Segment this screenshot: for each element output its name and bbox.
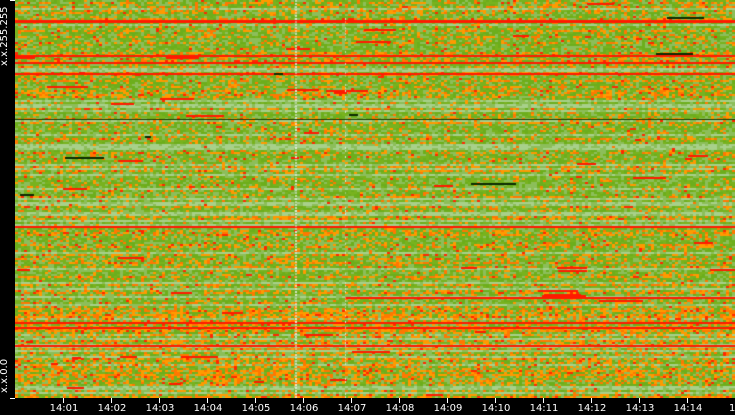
x-tick-label: 14:07 xyxy=(337,403,367,414)
y-label-bottom: x.x.0.0 xyxy=(0,358,10,393)
x-tick-label: 14:06 xyxy=(289,403,319,414)
y-label-top: x.x.255.255 xyxy=(0,6,10,66)
x-tick-label: 14:04 xyxy=(193,403,223,414)
x-tick-label: 14:12 xyxy=(577,403,607,414)
heatmap-chart: x.x.255.255 x.x.0.0 14:01 14:02 14:03 14:04… xyxy=(0,0,735,415)
x-tick-label: 14:01 xyxy=(49,403,79,414)
heatmap-canvas xyxy=(15,0,735,398)
x-tick-label: 14:13 xyxy=(625,403,655,414)
x-tick-label: 14:09 xyxy=(433,403,463,414)
x-tick-label: 14:14 xyxy=(673,403,703,414)
x-tick-label: 14:03 xyxy=(145,403,175,414)
x-tick-label: 14:02 xyxy=(97,403,127,414)
x-tick-label: 14:05 xyxy=(241,403,271,414)
x-tick-label: 14 xyxy=(729,403,735,414)
y-tick-top xyxy=(10,0,15,1)
x-tick-label: 14:08 xyxy=(385,403,415,414)
x-tick-label: 14:11 xyxy=(529,403,559,414)
y-tick-bottom xyxy=(10,398,15,399)
x-tick-label: 14:10 xyxy=(481,403,511,414)
